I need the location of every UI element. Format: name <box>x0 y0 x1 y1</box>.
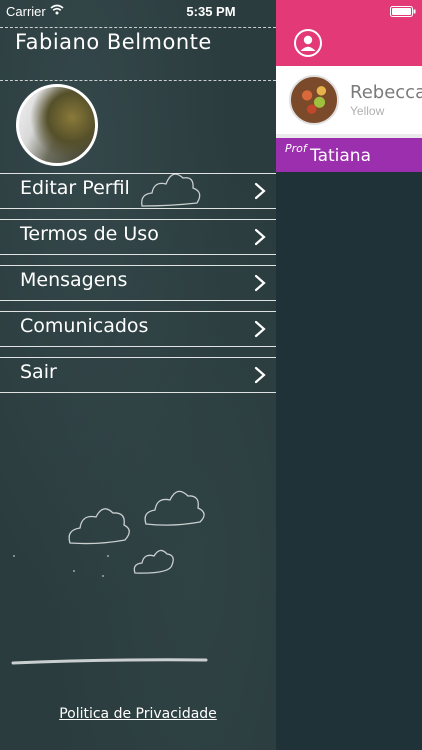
user-name: Fabiano Belmonte <box>15 30 212 54</box>
student-class: Yellow <box>350 104 385 118</box>
menu-item-editar-perfil[interactable]: Editar Perfil <box>0 173 276 209</box>
menu-item-mensagens[interactable]: Mensagens <box>0 265 276 301</box>
battery-icon <box>390 6 416 17</box>
chevron-right-icon <box>254 182 266 200</box>
teacher-prefix: Prof <box>285 142 307 155</box>
privacy-policy-link[interactable]: Politica de Privacidade <box>0 706 276 722</box>
status-time: 5:35 PM <box>186 4 236 19</box>
menu-item-label: Editar Perfil <box>20 177 130 199</box>
menu-item-label: Comunicados <box>20 315 149 337</box>
student-name: Rebecca R <box>350 82 422 103</box>
status-bar: Carrier 5:35 PM <box>0 0 422 22</box>
student-card[interactable]: Rebecca R Yellow <box>276 66 422 134</box>
chevron-right-icon <box>254 366 266 384</box>
avatar[interactable] <box>16 84 98 166</box>
chevron-right-icon <box>254 320 266 338</box>
chevron-right-icon <box>254 228 266 246</box>
side-menu: Fabiano Belmonte Editar Perfil Termos de… <box>0 0 276 750</box>
menu-item-label: Termos de Uso <box>20 223 159 245</box>
person-icon <box>300 35 316 51</box>
profile-button[interactable] <box>294 29 322 57</box>
menu-item-label: Mensagens <box>20 269 128 291</box>
menu-item-comunicados[interactable]: Comunicados <box>0 311 276 347</box>
student-avatar <box>289 75 339 125</box>
menu-item-termos-de-uso[interactable]: Termos de Uso <box>0 219 276 255</box>
teacher-name: Tatiana <box>310 146 371 166</box>
content-panel: Rebecca R Yellow Prof Tatiana <box>276 0 422 750</box>
teacher-item[interactable]: Prof Tatiana <box>276 138 422 172</box>
menu-top-divider <box>0 27 276 28</box>
menu-item-label: Sair <box>20 361 57 383</box>
menu-item-sair[interactable]: Sair <box>0 357 276 393</box>
header-divider <box>0 80 276 81</box>
chevron-right-icon <box>254 274 266 292</box>
